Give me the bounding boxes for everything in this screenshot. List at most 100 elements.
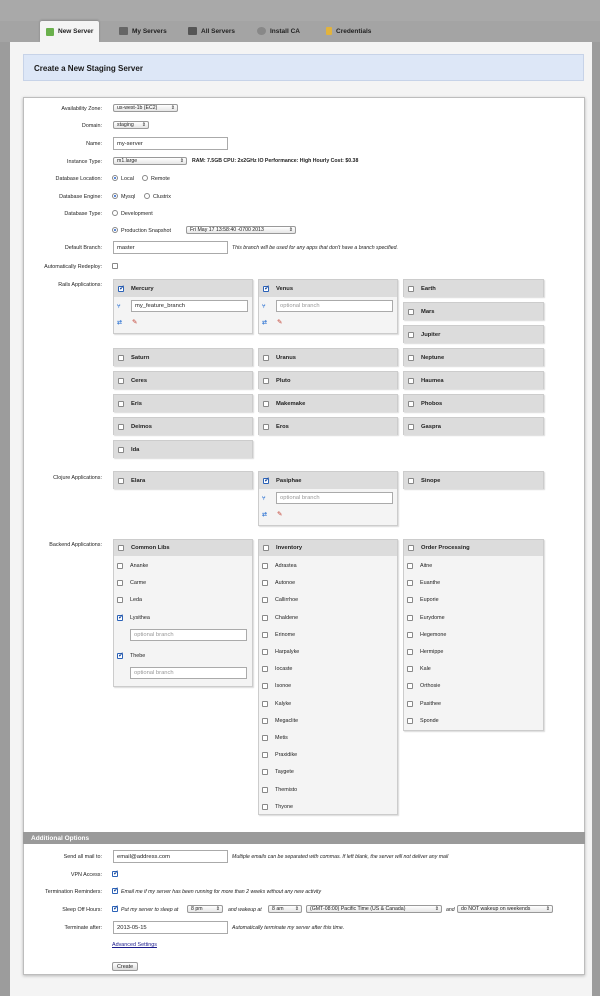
app-checkbox-mars[interactable]	[408, 309, 414, 315]
app-checkbox-neptune[interactable]	[408, 355, 414, 361]
app-checkbox-haumea[interactable]	[408, 378, 414, 384]
default-branch-note: This branch will be used for any apps th…	[232, 245, 398, 251]
app-name: Earth	[421, 286, 436, 292]
app-checkbox-makemake[interactable]	[263, 401, 269, 407]
terminate-input[interactable]: 2013-05-15	[113, 921, 228, 934]
backend-checkbox-harpalyke[interactable]	[262, 649, 268, 655]
backend-checkbox-thebe[interactable]	[117, 651, 124, 659]
backend-checkbox-common-libs[interactable]	[118, 545, 124, 551]
radio-development[interactable]	[112, 210, 118, 216]
reminders-checkbox[interactable]	[112, 886, 119, 894]
app-checkbox-deimos[interactable]	[118, 424, 124, 430]
app-checkbox-jupiter[interactable]	[408, 332, 414, 338]
backend-checkbox-leda[interactable]	[117, 597, 123, 603]
tab-my-servers[interactable]: My Servers	[113, 21, 173, 41]
backend-checkbox-praxidike[interactable]	[262, 752, 268, 759]
mercury-branch-input[interactable]: my_feature_branch	[131, 300, 248, 312]
app-checkbox-mercury[interactable]	[118, 284, 125, 292]
default-branch-input[interactable]: master	[113, 241, 228, 254]
pencil-icon[interactable]: ✎	[132, 319, 137, 326]
app-checkbox-phobos[interactable]	[408, 401, 414, 407]
backend-checkbox-pasithee[interactable]	[407, 700, 413, 707]
backend-checkbox-euanthe[interactable]	[407, 580, 413, 587]
backend-checkbox-sponde[interactable]	[407, 717, 413, 724]
backend-checkbox-aitne[interactable]	[407, 563, 413, 569]
sleep-at-select[interactable]: 8 pm	[187, 905, 223, 913]
radio-local[interactable]	[112, 175, 118, 181]
backend-checkbox-iocaste[interactable]	[262, 666, 268, 673]
backend-checkbox-isonoe[interactable]	[262, 683, 268, 690]
backend-checkbox-lysithea[interactable]	[117, 613, 124, 621]
swap-icon[interactable]: ⇄	[262, 512, 268, 518]
tab-new-server[interactable]: New Server	[40, 21, 100, 42]
domain-select[interactable]: staging	[113, 121, 149, 129]
backend-checkbox-eurydome[interactable]	[407, 614, 413, 621]
timezone-select[interactable]: (GMT-08:00) Pacific Time (US & Canada)	[306, 905, 442, 913]
backend-checkbox-kale[interactable]	[407, 666, 413, 673]
app-checkbox-elara[interactable]	[118, 478, 124, 484]
venus-branch-input[interactable]: optional branch	[276, 300, 393, 312]
pencil-icon[interactable]: ✎	[277, 319, 282, 326]
tab-all-servers[interactable]: All Servers	[182, 21, 241, 41]
sleep-checkbox[interactable]	[112, 904, 119, 912]
backend-checkbox-autonoe[interactable]	[262, 580, 268, 587]
app-checkbox-ida[interactable]	[118, 447, 124, 453]
backend-checkbox-chaldene[interactable]	[262, 614, 268, 621]
backend-checkbox-callirrhoe[interactable]	[262, 597, 268, 604]
radio-clustrix[interactable]	[144, 193, 150, 199]
app-checkbox-eris[interactable]	[118, 401, 124, 407]
mail-input[interactable]: email@address.com	[113, 850, 228, 863]
app-checkbox-saturn[interactable]	[118, 355, 124, 361]
additional-options-header: Additional Options	[23, 832, 585, 844]
backend-checkbox-euporie[interactable]	[407, 597, 413, 604]
tab-credentials[interactable]: Credentials	[320, 21, 377, 41]
radio-production-snapshot[interactable]	[112, 227, 118, 233]
app-checkbox-gaspra[interactable]	[408, 424, 414, 430]
backend-checkbox-erinome[interactable]	[262, 631, 268, 638]
app-checkbox-eros[interactable]	[263, 424, 269, 430]
backend-checkbox-metis[interactable]	[262, 735, 268, 741]
swap-icon[interactable]: ⇄	[262, 320, 268, 326]
app-checkbox-venus[interactable]	[263, 284, 270, 292]
name-input[interactable]: my-server	[113, 137, 228, 150]
backend-checkbox-hegemone[interactable]	[407, 631, 413, 638]
backend-checkbox-orthosie[interactable]	[407, 683, 413, 690]
backend-checkbox-megaclite[interactable]	[262, 717, 268, 724]
backend-checkbox-inventory[interactable]	[263, 545, 269, 551]
tab-label: Install CA	[270, 27, 300, 35]
backend-item-label: Themisto	[275, 786, 298, 793]
weekends-select[interactable]: do NOT wakeup on weekends	[457, 905, 553, 913]
wake-at-select[interactable]: 8 am	[268, 905, 302, 913]
backend-checkbox-taygete[interactable]	[262, 769, 268, 776]
snapshot-select[interactable]: Fri May 17 13:58:40 -0700 2013	[186, 226, 296, 234]
backend-checkbox-kalyke[interactable]	[262, 700, 268, 707]
vpn-checkbox[interactable]	[112, 869, 119, 877]
app-checkbox-pluto[interactable]	[263, 378, 269, 384]
backend-checkbox-thyone[interactable]	[262, 803, 268, 810]
swap-icon[interactable]: ⇄	[117, 320, 123, 326]
backend-checkbox-carme[interactable]	[117, 580, 123, 586]
app-checkbox-ceres[interactable]	[118, 378, 124, 384]
thebe-branch-input[interactable]: optional branch	[130, 667, 247, 679]
lysithea-branch-input[interactable]: optional branch	[130, 629, 247, 641]
instance-type-select[interactable]: m1.large	[113, 157, 187, 165]
plug-icon	[257, 27, 266, 35]
app-checkbox-sinope[interactable]	[408, 478, 414, 484]
pasiphae-branch-input[interactable]: optional branch	[276, 492, 393, 504]
create-button[interactable]: Create	[112, 962, 139, 971]
backend-checkbox-ananke[interactable]	[117, 563, 123, 569]
radio-remote[interactable]	[142, 175, 148, 181]
backend-checkbox-hermippe[interactable]	[407, 649, 413, 655]
app-checkbox-uranus[interactable]	[263, 355, 269, 361]
backend-checkbox-themisto[interactable]	[262, 786, 268, 793]
auto-redeploy-checkbox[interactable]	[112, 263, 118, 269]
radio-mysql[interactable]	[112, 193, 118, 199]
app-checkbox-earth[interactable]	[408, 286, 414, 292]
pencil-icon[interactable]: ✎	[277, 511, 282, 518]
advanced-settings-link[interactable]: Advanced Settings	[112, 942, 157, 948]
app-checkbox-pasiphae[interactable]	[263, 476, 270, 484]
backend-checkbox-adrastea[interactable]	[262, 563, 268, 569]
tab-install-ca[interactable]: Install CA	[251, 21, 306, 41]
availability-zone-select[interactable]: us-west-1b (EC2)	[113, 104, 178, 112]
backend-checkbox-order-processing[interactable]	[408, 545, 414, 551]
